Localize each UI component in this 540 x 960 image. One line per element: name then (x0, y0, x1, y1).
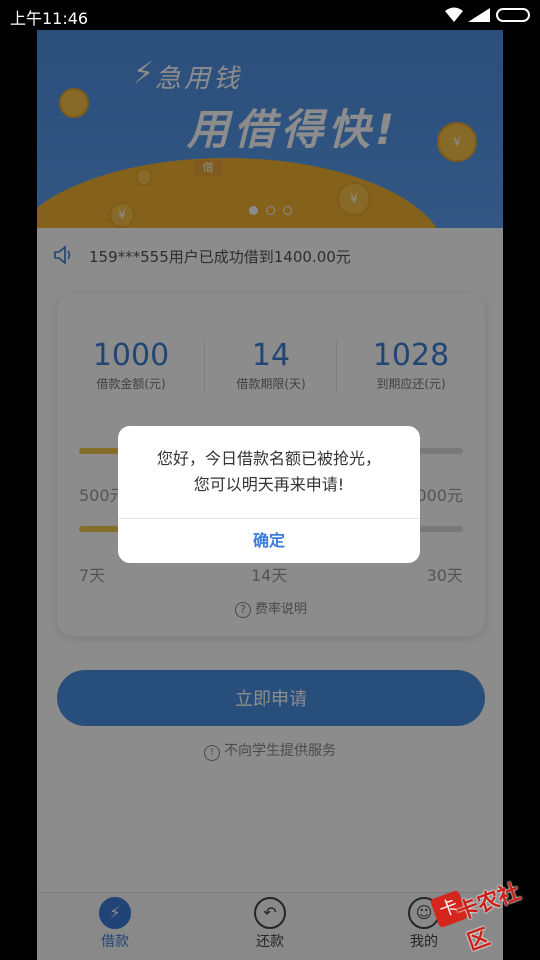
confirm-button[interactable]: 确定 (118, 519, 420, 563)
status-bar: 上午11:46 (0, 0, 540, 30)
battery-icon (496, 8, 530, 22)
wifi-icon (445, 7, 463, 22)
dialog-message-line1: 您好，今日借款名额已被抢光， (156, 449, 381, 468)
dialog-message-line2: 您可以明天再来申请! (193, 475, 345, 494)
signal-icon (468, 8, 490, 22)
dialog-message: 您好，今日借款名额已被抢光， 您可以明天再来申请! (118, 446, 420, 498)
app-screen: ⚡ 急用钱 用借得快! ¥ ¥ ¥ 借 159***555用户已成功借到1400… (37, 30, 503, 960)
quota-dialog: 您好，今日借款名额已被抢光， 您可以明天再来申请! 确定 (118, 426, 420, 563)
status-time: 上午11:46 (10, 9, 89, 28)
watermark-logo: 卡 卡农社区 (429, 860, 534, 956)
